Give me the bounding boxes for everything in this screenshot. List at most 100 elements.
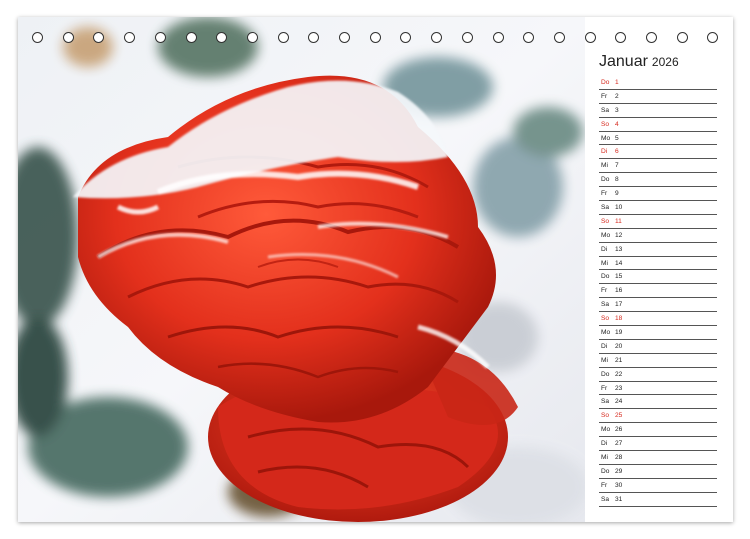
day-row: Do 22 — [599, 368, 717, 382]
day-row: Sa 31 — [599, 493, 717, 507]
calendar-header: Januar 2026 — [599, 53, 679, 71]
day-number: 7 — [615, 162, 619, 170]
day-row: Mo 19 — [599, 326, 717, 340]
weekday-label: Mo — [601, 426, 611, 434]
weekday-label: Sa — [601, 398, 610, 406]
day-row: Mi 21 — [599, 354, 717, 368]
month-title: Januar — [599, 53, 648, 70]
weekday-label: Di — [601, 245, 608, 253]
weekday-label: Fr — [601, 92, 608, 100]
day-number: 22 — [615, 370, 623, 378]
day-row: Fr 9 — [599, 187, 717, 202]
day-row: Di 13 — [599, 243, 717, 257]
day-number: 4 — [615, 120, 619, 128]
day-number: 10 — [615, 204, 623, 212]
day-number: 15 — [615, 273, 623, 281]
weekday-label: Fr — [601, 190, 608, 198]
day-row: Fr 2 — [599, 90, 717, 104]
day-number: 14 — [615, 259, 623, 267]
day-number: 25 — [615, 412, 623, 420]
day-row: Mo 26 — [599, 423, 717, 438]
day-number: 9 — [615, 190, 619, 198]
day-row: Mo 5 — [599, 132, 717, 146]
day-row: Fr 23 — [599, 382, 717, 396]
day-number: 29 — [615, 467, 623, 475]
day-row: Fr 16 — [599, 284, 717, 299]
frosted-rose-photo — [18, 17, 585, 522]
weekday-label: Mo — [601, 231, 611, 239]
day-number: 24 — [615, 398, 623, 406]
day-row: Mi 14 — [599, 257, 717, 271]
weekday-label: Do — [601, 370, 610, 378]
day-number: 6 — [615, 148, 619, 156]
day-list: Do 1 Fr 2 Sa 3 So 4 Mo 5 Di 6 Mi 7 Do 8 Fr 9 Sa 10 So 11 Mo 12 D… — [599, 76, 717, 507]
day-row: Do 15 — [599, 270, 717, 285]
day-row: Mi 28 — [599, 451, 717, 465]
calendar-sidebar: Januar 2026 Do 1 Fr 2 Sa 3 So 4 Mo 5 Di 6 Mi 7 Do 8 Fr 9 Sa… — [585, 17, 733, 522]
day-row: Sa 3 — [599, 104, 717, 118]
day-number: 20 — [615, 342, 623, 350]
weekday-label: Mi — [601, 162, 608, 170]
day-number: 26 — [615, 426, 623, 434]
weekday-label: Di — [601, 148, 608, 156]
weekday-label: Do — [601, 273, 610, 281]
day-row: Mi 7 — [599, 159, 717, 174]
day-number: 5 — [615, 134, 619, 142]
weekday-label: Mo — [601, 134, 611, 142]
day-row: Do 1 — [599, 76, 717, 90]
day-number: 30 — [615, 481, 623, 489]
weekday-label: Fr — [601, 287, 608, 295]
day-row: Do 29 — [599, 465, 717, 479]
day-row: Sa 10 — [599, 201, 717, 215]
day-number: 16 — [615, 287, 623, 295]
day-number: 12 — [615, 231, 623, 239]
weekday-label: So — [601, 217, 610, 225]
weekday-label: Do — [601, 467, 610, 475]
weekday-label: So — [601, 120, 610, 128]
weekday-label: Sa — [601, 301, 610, 309]
day-row: So 25 — [599, 409, 717, 424]
day-number: 21 — [615, 356, 623, 364]
day-number: 18 — [615, 315, 623, 323]
weekday-label: Mo — [601, 329, 611, 337]
day-row: So 4 — [599, 118, 717, 132]
weekday-label: Fr — [601, 481, 608, 489]
year-label: 2026 — [651, 55, 679, 69]
day-row: Do 8 — [599, 173, 717, 188]
weekday-label: Mi — [601, 454, 608, 462]
day-row: Fr 30 — [599, 479, 717, 493]
day-number: 11 — [615, 217, 622, 225]
calendar-page: Januar 2026 Do 1 Fr 2 Sa 3 So 4 Mo 5 Di 6 Mi 7 Do 8 Fr 9 Sa… — [18, 17, 733, 522]
day-row: Sa 17 — [599, 298, 717, 313]
day-row: Mo 12 — [599, 229, 717, 243]
weekday-label: Fr — [601, 384, 608, 392]
day-number: 27 — [615, 440, 623, 448]
day-number: 31 — [615, 495, 623, 503]
day-row: Di 6 — [599, 145, 717, 160]
weekday-label: Di — [601, 440, 608, 448]
day-row: So 18 — [599, 312, 717, 327]
day-number: 3 — [615, 106, 619, 114]
day-number: 28 — [615, 454, 623, 462]
weekday-label: So — [601, 412, 610, 420]
day-number: 23 — [615, 384, 623, 392]
day-number: 17 — [615, 301, 623, 309]
weekday-label: Do — [601, 176, 610, 184]
weekday-label: Sa — [601, 204, 610, 212]
day-row: So 11 — [599, 215, 717, 229]
day-number: 13 — [615, 245, 623, 253]
weekday-label: Di — [601, 342, 608, 350]
day-row: Di 27 — [599, 437, 717, 452]
day-number: 1 — [615, 79, 619, 86]
day-number: 8 — [615, 176, 619, 184]
weekday-label: Do — [601, 79, 610, 86]
day-number: 2 — [615, 92, 619, 100]
weekday-label: Sa — [601, 106, 610, 114]
weekday-label: Mi — [601, 356, 608, 364]
weekday-label: Sa — [601, 495, 610, 503]
weekday-label: Mi — [601, 259, 608, 267]
day-number: 19 — [615, 329, 623, 337]
day-row: Sa 24 — [599, 395, 717, 410]
day-row: Di 20 — [599, 340, 717, 354]
weekday-label: So — [601, 315, 610, 323]
